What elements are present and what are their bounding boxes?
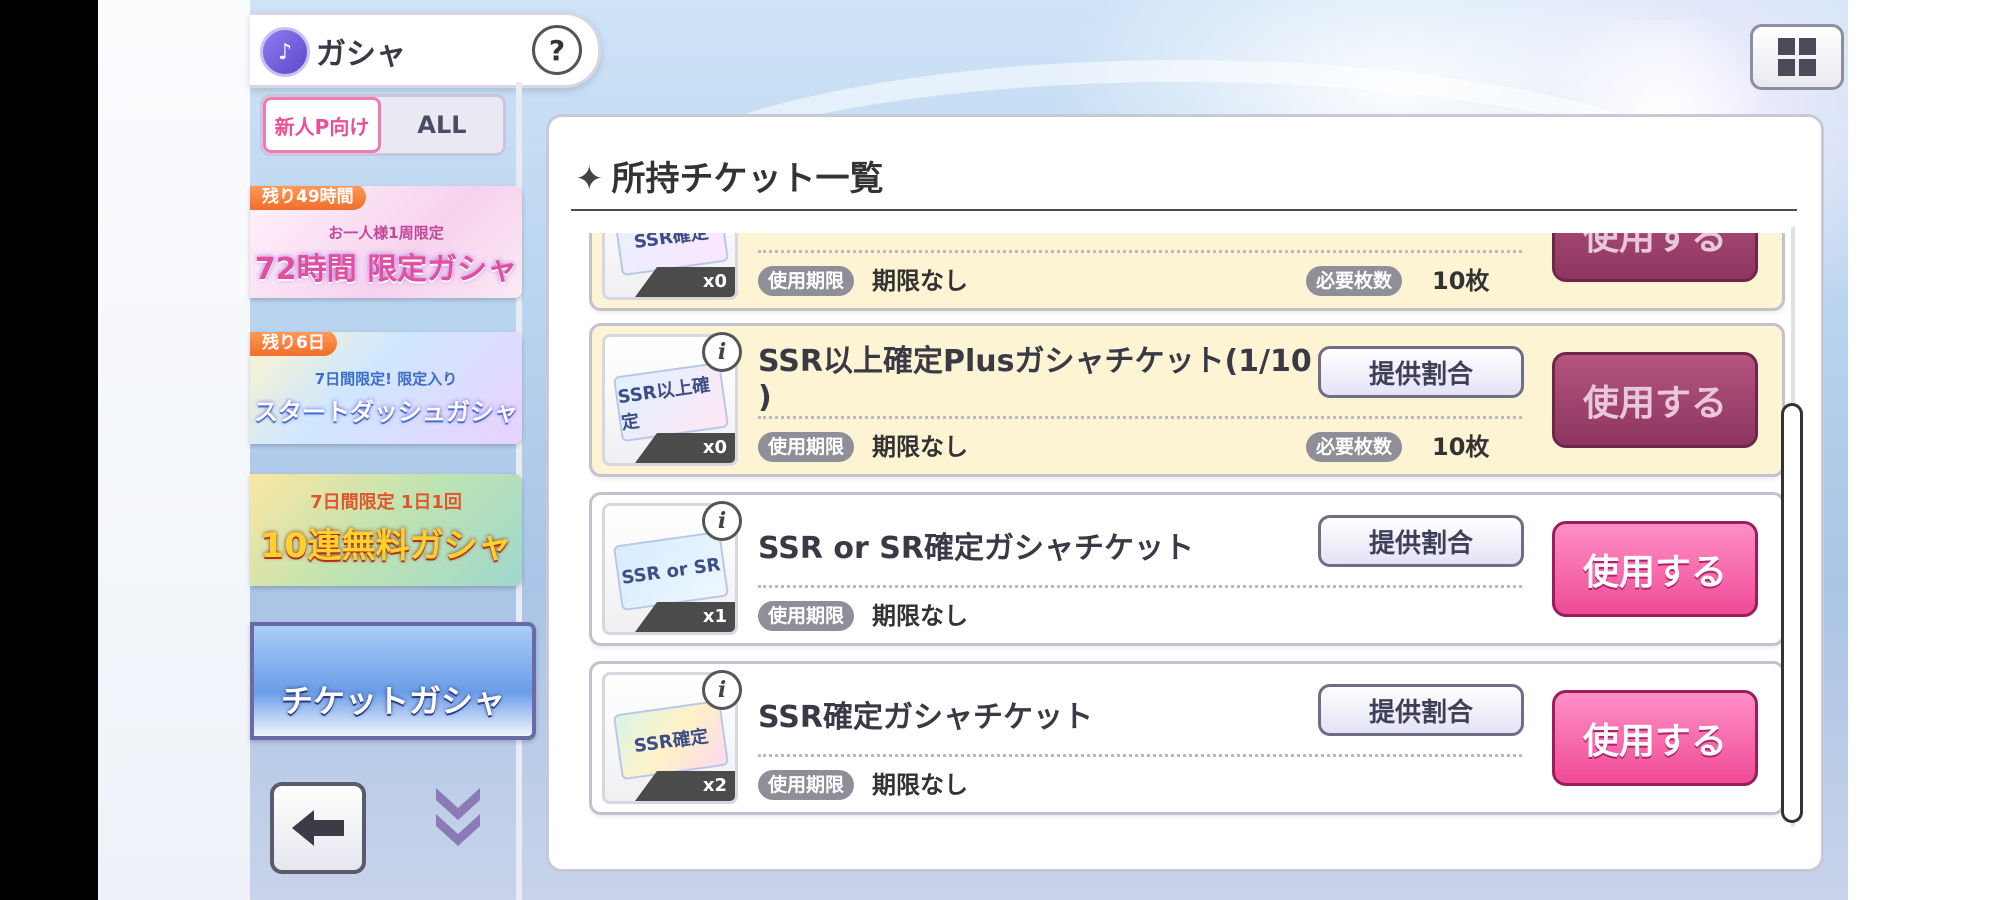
left-gutter xyxy=(98,0,250,900)
filter-new-player-tab[interactable]: 新人P向け xyxy=(263,97,381,153)
expiry-value: 期限なし xyxy=(872,433,968,461)
owned-tickets-dialog: ✦所持チケット一覧 SSR確定 x0 ) 使用期限 期限なし 必要枚数 10枚 … xyxy=(546,114,1824,872)
banner-subtitle: 7日間限定! 限定入り xyxy=(314,370,458,388)
ticket-row: SSR以上確定 x0 i SSR以上確定Plusガシャチケット(1/10 ) 使… xyxy=(589,323,1785,477)
ticket-name: SSR確定ガシャチケット xyxy=(758,700,1093,735)
ticket-list[interactable]: SSR確定 x0 ) 使用期限 期限なし 必要枚数 10枚 使用する SSR以上… xyxy=(589,233,1785,833)
required-count-label: 必要枚数 xyxy=(1306,266,1403,296)
ticket-thumbnail: SSR確定 x0 xyxy=(602,233,738,300)
remaining-time-badge: 残り49時間 xyxy=(250,186,366,210)
expiry-value: 期限なし xyxy=(872,771,968,799)
expiry-value: 期限なし xyxy=(872,267,968,295)
ticket-image: SSR or SR xyxy=(612,530,730,612)
expiry-value: 期限なし xyxy=(872,602,968,630)
sparkle-icon: ✦ xyxy=(575,159,604,199)
ticket-image: SSR確定 xyxy=(612,699,730,781)
banner-title: スタートダッシュガシャ xyxy=(254,398,518,426)
banner-10-free-gacha[interactable]: 7日間限定 1日1回 10連無料ガシャ xyxy=(250,474,522,586)
expiry-label: 使用期限 xyxy=(758,432,855,462)
banner-start-dash-gacha[interactable]: 残り6日 7日間限定! 限定入り スタートダッシュガシャ xyxy=(250,332,522,444)
row-divider xyxy=(758,250,1522,253)
banner-ticket-gacha[interactable]: チケットガシャ xyxy=(250,622,536,740)
title-divider xyxy=(571,209,1797,211)
gacha-header: ♪ ガシャ ? xyxy=(250,12,601,88)
help-button[interactable]: ? xyxy=(532,25,582,75)
dialog-title: ✦ 所持チケット一覧 xyxy=(575,151,884,200)
grid-menu-icon xyxy=(1778,38,1816,76)
filter-toggle: 新人P向け ALL xyxy=(260,94,506,156)
filter-all-tab[interactable]: ALL xyxy=(381,97,503,153)
grid-menu-button[interactable] xyxy=(1750,24,1844,90)
page-title: ガシャ xyxy=(316,37,406,72)
banner-72h-limited-gacha[interactable]: 残り49時間 お一人様1周限定 72時間 限定ガシャ xyxy=(250,186,522,298)
gacha-sidebar: 新人P向け ALL 残り49時間 お一人様1周限定 72時間 限定ガシャ 残り6… xyxy=(250,82,536,900)
double-chevron-down-icon[interactable] xyxy=(430,782,486,856)
required-count-value: 10枚 xyxy=(1432,433,1490,461)
use-ticket-button[interactable]: 使用する xyxy=(1552,521,1758,617)
expiry-label: 使用期限 xyxy=(758,601,855,631)
ticket-name: SSR or SR確定ガシャチケット xyxy=(758,531,1194,566)
letterbox-right xyxy=(1848,0,2000,900)
back-arrow-icon xyxy=(292,810,344,846)
use-ticket-button[interactable]: 使用する xyxy=(1552,690,1758,786)
banner-title: チケットガシャ xyxy=(280,682,505,720)
use-ticket-button[interactable]: 使用する xyxy=(1552,352,1758,448)
ticket-row: SSR or SR x1 i SSR or SR確定ガシャチケット 使用期限 期… xyxy=(589,492,1785,646)
drop-rate-button[interactable]: 提供割合 xyxy=(1318,515,1524,567)
drop-rate-button[interactable]: 提供割合 xyxy=(1318,346,1524,398)
back-button[interactable] xyxy=(270,782,366,874)
row-divider xyxy=(758,416,1522,419)
drop-rate-button[interactable]: 提供割合 xyxy=(1318,684,1524,736)
info-icon[interactable]: i xyxy=(702,332,742,372)
required-count-value: 10枚 xyxy=(1432,267,1490,295)
required-count-label: 必要枚数 xyxy=(1306,432,1403,462)
gacha-icon: ♪ xyxy=(260,27,310,77)
dialog-title-text: 所持チケット一覧 xyxy=(611,159,884,199)
ticket-name: SSR以上確定Plusガシャチケット(1/10 ) xyxy=(758,344,1312,415)
ticket-row: SSR確定 x0 ) 使用期限 期限なし 必要枚数 10枚 使用する xyxy=(589,233,1785,311)
row-divider xyxy=(758,585,1522,588)
letterbox-left xyxy=(0,0,98,900)
ticket-image: SSR以上確定 xyxy=(612,361,730,443)
banner-subtitle: お一人様1周限定 xyxy=(328,224,444,242)
use-ticket-button[interactable]: 使用する xyxy=(1552,233,1758,282)
info-icon[interactable]: i xyxy=(702,670,742,710)
banner-subtitle: 7日間限定 1日1回 xyxy=(310,492,462,513)
ticket-row: SSR確定 x2 i SSR確定ガシャチケット 使用期限 期限なし 提供割合 使… xyxy=(589,661,1785,815)
list-scrollbar-thumb[interactable] xyxy=(1781,403,1803,823)
expiry-label: 使用期限 xyxy=(758,266,855,296)
row-divider xyxy=(758,754,1522,757)
banner-title: 10連無料ガシャ xyxy=(260,526,512,566)
info-icon[interactable]: i xyxy=(702,501,742,541)
banner-title: 72時間 限定ガシャ xyxy=(254,252,518,287)
expiry-label: 使用期限 xyxy=(758,770,855,800)
remaining-time-badge: 残り6日 xyxy=(250,332,337,356)
